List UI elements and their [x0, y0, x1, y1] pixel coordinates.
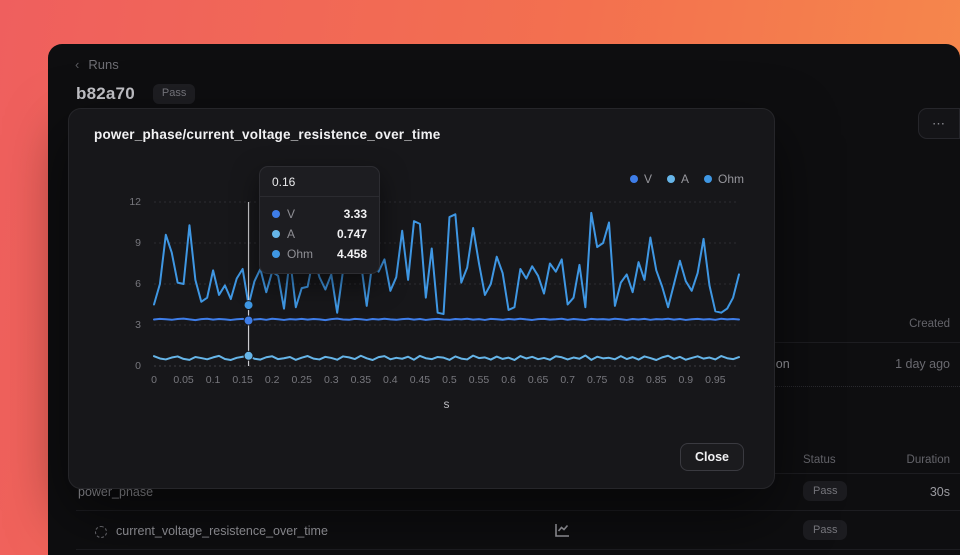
chart-modal: power_phase/current_voltage_resistence_o…: [68, 108, 775, 489]
run-header: b82a70 Pass: [76, 84, 195, 104]
x-tick-label: 0.25: [292, 374, 312, 386]
breadcrumb-label: Runs: [88, 57, 118, 72]
x-tick-label: 0.9: [679, 374, 694, 386]
x-axis-label: s: [154, 397, 739, 411]
tooltip-series-value: 4.458: [337, 247, 367, 261]
ellipsis-icon: ⋯: [932, 116, 946, 132]
x-axis-ticks: 0 0.05 0.1 0.15 0.2 0.25 0.3 0.35 0.4 0.45 0.5 0.55…: [154, 374, 739, 388]
x-tick-label: 0.3: [324, 374, 339, 386]
divider: [76, 549, 960, 550]
status-badge: Pass: [803, 481, 847, 501]
created-value: 1 day ago: [895, 357, 950, 371]
table-row-name[interactable]: current_voltage_resistence_over_time: [116, 524, 328, 538]
y-tick-label: 12: [109, 196, 141, 208]
legend-dot-icon: [704, 175, 712, 183]
tooltip-row-a: A 0.747: [272, 224, 367, 244]
x-tick-label: 0.4: [383, 374, 398, 386]
tooltip-series-label: Ohm: [287, 247, 313, 261]
series-line-V: [154, 319, 739, 321]
duration-value: 30s: [930, 485, 950, 499]
chart-tooltip: 0.16 V 3.33 A 0.747 Ohm 4.458: [259, 166, 380, 274]
created-header: Created: [909, 318, 950, 330]
x-tick-label: 0: [151, 374, 157, 386]
legend-label: A: [681, 172, 689, 186]
clipped-row-text: ion: [773, 357, 790, 371]
duration-header: Duration: [907, 454, 950, 466]
tooltip-series-value: 3.33: [344, 207, 367, 221]
chart-legend: V A Ohm: [630, 172, 744, 186]
legend-label: Ohm: [718, 172, 744, 186]
app-window: ‹ Runs b82a70 Pass ⋯ Created ion 1 day ag…: [48, 44, 960, 555]
y-axis-ticks: 036912: [109, 202, 141, 366]
tooltip-row-v: V 3.33: [272, 204, 367, 224]
y-tick-label: 6: [109, 278, 141, 290]
x-tick-label: 0.85: [646, 374, 666, 386]
x-tick-label: 0.7: [560, 374, 575, 386]
run-status-badge: Pass: [153, 84, 195, 103]
series-dot-icon: [272, 210, 280, 218]
x-tick-label: 0.6: [501, 374, 516, 386]
series-line-A: [154, 355, 739, 360]
breadcrumb[interactable]: ‹ Runs: [75, 57, 119, 72]
legend-item-Ohm[interactable]: Ohm: [704, 172, 744, 186]
status-badge: Pass: [803, 520, 847, 540]
legend-dot-icon: [630, 175, 638, 183]
legend-label: V: [644, 172, 652, 186]
chart-plot: [154, 202, 739, 366]
x-tick-label: 0.2: [265, 374, 280, 386]
close-button[interactable]: Close: [680, 443, 744, 471]
tooltip-series-value: 0.747: [337, 227, 367, 241]
modal-title: power_phase/current_voltage_resistence_o…: [94, 127, 441, 142]
legend-item-V[interactable]: V: [630, 172, 652, 186]
y-tick-label: 9: [109, 237, 141, 249]
status-circle-icon: [95, 526, 107, 538]
cursor-point-V: [244, 316, 253, 325]
tooltip-x-value: 0.16: [260, 167, 379, 197]
cursor-point-Ohm: [244, 301, 253, 310]
x-tick-label: 0.45: [410, 374, 430, 386]
more-options-button[interactable]: ⋯: [918, 108, 960, 139]
series-dot-icon: [272, 230, 280, 238]
legend-dot-icon: [667, 175, 675, 183]
x-tick-label: 0.35: [351, 374, 371, 386]
divider: [76, 510, 960, 511]
legend-item-A[interactable]: A: [667, 172, 689, 186]
cursor-point-A: [244, 351, 253, 360]
tooltip-row-ohm: Ohm 4.458: [272, 244, 367, 264]
chevron-left-icon: ‹: [75, 57, 79, 72]
x-tick-label: 0.05: [173, 374, 193, 386]
series-line-Ohm: [154, 213, 739, 314]
y-tick-label: 3: [109, 319, 141, 331]
line-chart-icon: [553, 522, 571, 540]
x-tick-label: 0.15: [232, 374, 252, 386]
x-tick-label: 0.65: [528, 374, 548, 386]
y-tick-label: 0: [109, 360, 141, 372]
x-tick-label: 0.75: [587, 374, 607, 386]
x-tick-label: 0.1: [206, 374, 221, 386]
status-header: Status: [803, 454, 836, 466]
x-tick-label: 0.95: [705, 374, 725, 386]
tooltip-series-label: A: [287, 227, 295, 241]
x-tick-label: 0.55: [469, 374, 489, 386]
x-tick-label: 0.8: [619, 374, 634, 386]
series-dot-icon: [272, 250, 280, 258]
tooltip-series-label: V: [287, 207, 295, 221]
run-id: b82a70: [76, 84, 135, 104]
x-tick-label: 0.5: [442, 374, 457, 386]
